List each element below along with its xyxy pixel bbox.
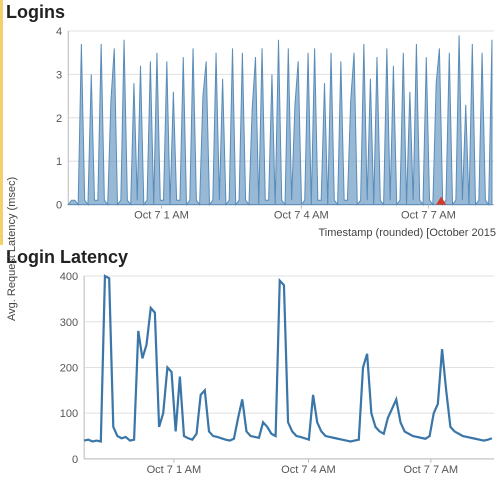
logins-title: Logins — [0, 0, 500, 25]
svg-text:Oct 7 7 AM: Oct 7 7 AM — [401, 210, 456, 222]
svg-text:0: 0 — [56, 200, 62, 212]
svg-text:400: 400 — [60, 271, 78, 283]
svg-text:0: 0 — [72, 454, 78, 466]
svg-text:Oct 7 7 AM: Oct 7 7 AM — [404, 464, 459, 476]
svg-text:Oct 7 1 AM: Oct 7 1 AM — [147, 464, 202, 476]
latency-chart: 0 100 200 300 400 Oct 7 1 AM Oct 7 4 AM Oct 7 … — [52, 270, 494, 480]
svg-text:Oct 7 1 AM: Oct 7 1 AM — [134, 210, 189, 222]
latency-title: Login Latency — [0, 245, 500, 270]
svg-text:4: 4 — [56, 26, 62, 38]
logins-svg: 0 1 2 3 4 Oct 7 1 AM Oct 7 4 AM Oct 7 7 AM — [40, 25, 494, 227]
svg-text:2: 2 — [56, 113, 62, 125]
logins-chart: 0 1 2 3 4 Oct 7 1 AM Oct 7 4 AM Oct 7 7 AM — [40, 25, 494, 225]
latency-panel: Login Latency Avg. Request Latency (msec… — [0, 245, 500, 500]
svg-text:3: 3 — [56, 69, 62, 81]
latency-svg: 0 100 200 300 400 Oct 7 1 AM Oct 7 4 AM Oct 7 … — [52, 270, 494, 481]
logins-panel: Logins 0 1 2 3 4 Oct 7 1 AM Oct 7 4 AM Oct 7 7… — [0, 0, 500, 245]
logins-x-axis-label: Timestamp (rounded) [October 2015 — [0, 225, 500, 239]
svg-text:Oct 7 4 AM: Oct 7 4 AM — [281, 464, 336, 476]
svg-text:1: 1 — [56, 156, 62, 168]
svg-text:Oct 7 4 AM: Oct 7 4 AM — [274, 210, 329, 222]
latency-y-axis-label: Avg. Request Latency (msec) — [6, 177, 18, 321]
svg-text:300: 300 — [60, 317, 78, 329]
svg-text:200: 200 — [60, 362, 78, 374]
svg-text:100: 100 — [60, 408, 78, 420]
panel-accent — [0, 0, 3, 245]
